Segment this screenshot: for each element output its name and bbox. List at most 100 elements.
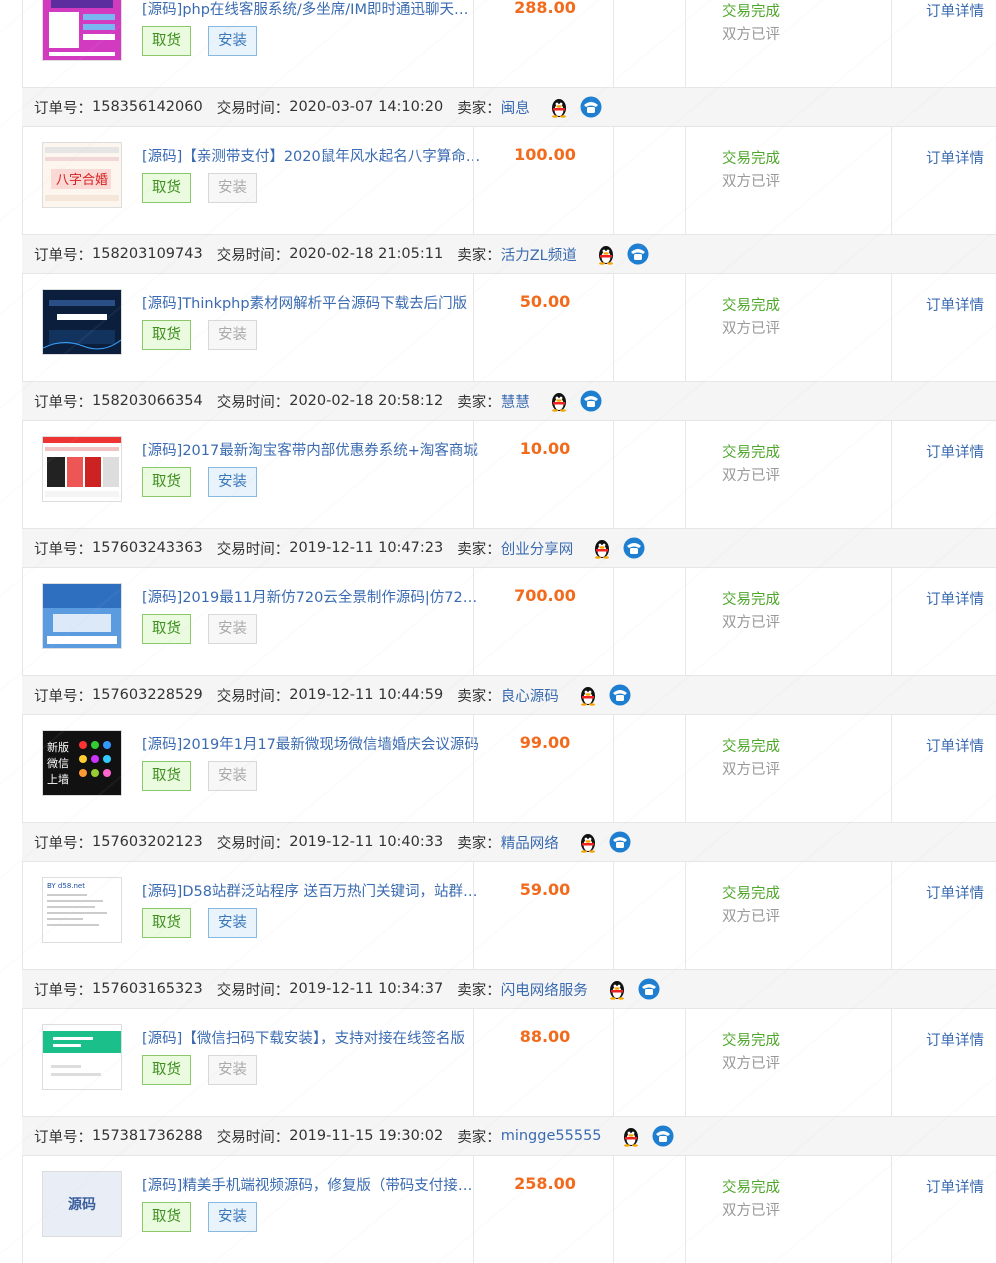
order-price: 258.00 bbox=[514, 1174, 576, 1193]
order-header: 订单号： 158203066354 交易时间： 2020-02-18 20:58:12… bbox=[22, 381, 996, 421]
seller-link[interactable]: mingge55555 bbox=[501, 1128, 602, 1144]
product-title-link[interactable]: [源码]2019最11月新仿720云全景制作源码|仿720yun bbox=[142, 586, 482, 607]
rating-status: 双方已评 bbox=[722, 909, 780, 925]
qq-penguin-icon[interactable] bbox=[591, 537, 613, 559]
pick-up-button[interactable]: 取货 bbox=[142, 1202, 191, 1232]
qq-penguin-icon[interactable] bbox=[548, 96, 570, 118]
order-detail-link[interactable]: 订单详情 bbox=[926, 1176, 984, 1197]
seller-label: 卖家： bbox=[457, 541, 501, 558]
order-number: 157603243363 bbox=[92, 540, 203, 556]
order-detail-link[interactable]: 订单详情 bbox=[926, 1029, 984, 1050]
product-thumbnail[interactable] bbox=[42, 436, 122, 502]
install-button[interactable]: 安装 bbox=[208, 26, 257, 56]
trade-status: 交易完成 bbox=[722, 886, 780, 902]
pick-up-button[interactable]: 取货 bbox=[142, 173, 191, 203]
telephone-icon[interactable] bbox=[626, 243, 649, 265]
column-divider bbox=[685, 274, 686, 381]
install-button[interactable]: 安装 bbox=[208, 908, 257, 938]
trade-time-label: 交易时间： bbox=[216, 982, 290, 999]
column-divider bbox=[685, 862, 686, 969]
qq-penguin-icon[interactable] bbox=[595, 243, 617, 265]
column-divider bbox=[473, 715, 474, 822]
seller-link[interactable]: 活力ZL频道 bbox=[501, 244, 577, 265]
rating-status: 双方已评 bbox=[722, 1056, 780, 1072]
seller-label: 卖家： bbox=[457, 1129, 501, 1146]
order-detail-link[interactable]: 订单详情 bbox=[926, 0, 984, 21]
trade-time: 2019-12-11 10:34:37 bbox=[289, 981, 444, 997]
product-thumbnail[interactable] bbox=[42, 583, 122, 649]
trade-time: 2019-11-15 19:30:02 bbox=[289, 1128, 444, 1144]
pick-up-button[interactable]: 取货 bbox=[142, 1055, 191, 1085]
product-thumbnail[interactable]: 八字合婚 bbox=[42, 142, 122, 208]
product-title-link[interactable]: [源码]2017最新淘宝客带内部优惠券系统+淘客商城 bbox=[142, 439, 482, 460]
product-thumbnail[interactable]: 新版 微信 上墙 bbox=[42, 730, 122, 796]
telephone-icon[interactable] bbox=[622, 537, 645, 559]
product-title-link[interactable]: [源码]【微信扫码下载安装】，支持对接在线签名版 bbox=[142, 1027, 482, 1048]
trade-time-label: 交易时间： bbox=[216, 835, 290, 852]
telephone-icon[interactable] bbox=[608, 831, 631, 853]
pick-up-button[interactable]: 取货 bbox=[142, 614, 191, 644]
install-button: 安装 bbox=[208, 1055, 257, 1085]
order-detail-link[interactable]: 订单详情 bbox=[926, 882, 984, 903]
product-title-link[interactable]: [源码]2019年1月17最新微现场微信墙婚庆会议源码 bbox=[142, 733, 482, 754]
order-price: 288.00 bbox=[514, 0, 576, 17]
column-divider bbox=[613, 1156, 614, 1263]
seller-link[interactable]: 慧慧 bbox=[501, 391, 530, 412]
pick-up-button[interactable]: 取货 bbox=[142, 467, 191, 497]
telephone-icon[interactable] bbox=[637, 978, 660, 1000]
seller-link[interactable]: 良心源码 bbox=[501, 685, 559, 706]
product-thumbnail[interactable] bbox=[42, 0, 122, 61]
product-thumbnail[interactable]: BY d58.net bbox=[42, 877, 122, 943]
column-divider bbox=[473, 127, 474, 234]
seller-link[interactable]: 精品网络 bbox=[501, 832, 559, 853]
order-detail-link[interactable]: 订单详情 bbox=[926, 147, 984, 168]
install-button[interactable]: 安装 bbox=[208, 467, 257, 497]
product-thumbnail[interactable] bbox=[42, 289, 122, 355]
telephone-icon[interactable] bbox=[608, 684, 631, 706]
order-detail-link[interactable]: 订单详情 bbox=[926, 588, 984, 609]
order-number-label: 订单号： bbox=[34, 1129, 92, 1146]
rating-status: 双方已评 bbox=[722, 762, 780, 778]
pick-up-button[interactable]: 取货 bbox=[142, 320, 191, 350]
pick-up-button[interactable]: 取货 bbox=[142, 26, 191, 56]
product-thumbnail[interactable]: 源码 bbox=[42, 1171, 122, 1237]
order-header: 订单号： 157603165323 交易时间： 2019-12-11 10:34:37… bbox=[22, 969, 996, 1009]
qq-penguin-icon[interactable] bbox=[606, 978, 628, 1000]
column-divider bbox=[613, 421, 614, 528]
column-divider bbox=[685, 1009, 686, 1116]
product-title-link[interactable]: [源码]D58站群泛站程序 送百万热门关键词，站群系统 bbox=[142, 880, 482, 901]
order-price: 700.00 bbox=[514, 586, 576, 605]
seller-label: 卖家： bbox=[457, 100, 501, 117]
product-title-link[interactable]: [源码]【亲测带支付】2020鼠年风水起名八字算命源码 bbox=[142, 145, 482, 166]
pick-up-button[interactable]: 取货 bbox=[142, 761, 191, 791]
product-title-link[interactable]: [源码]php在线客服系统/多坐席/IM即时通迅聊天系统源码 bbox=[142, 0, 482, 19]
order-number: 157381736288 bbox=[92, 1128, 203, 1144]
column-divider bbox=[685, 715, 686, 822]
telephone-icon[interactable] bbox=[579, 96, 602, 118]
pick-up-button[interactable]: 取货 bbox=[142, 908, 191, 938]
order-detail-link[interactable]: 订单详情 bbox=[926, 735, 984, 756]
column-divider bbox=[473, 0, 474, 87]
order-item: 新版 微信 上墙 [源码]2019年1月17最新微现场微信墙婚庆会议源码 取货 安装 99.… bbox=[22, 715, 996, 822]
seller-link[interactable]: 闽息 bbox=[501, 97, 530, 118]
rating-status: 双方已评 bbox=[722, 468, 780, 484]
qq-penguin-icon[interactable] bbox=[577, 831, 599, 853]
seller-link[interactable]: 创业分享网 bbox=[501, 538, 574, 559]
order-detail-link[interactable]: 订单详情 bbox=[926, 441, 984, 462]
seller-link[interactable]: 闪电网络服务 bbox=[501, 979, 588, 1000]
qq-penguin-icon[interactable] bbox=[620, 1125, 642, 1147]
svg-text:新版: 新版 bbox=[47, 740, 69, 754]
order-header: 订单号： 157603228529 交易时间： 2019-12-11 10:44:59… bbox=[22, 675, 996, 715]
install-button[interactable]: 安装 bbox=[208, 1202, 257, 1232]
qq-penguin-icon[interactable] bbox=[548, 390, 570, 412]
telephone-icon[interactable] bbox=[579, 390, 602, 412]
order-detail-link[interactable]: 订单详情 bbox=[926, 294, 984, 315]
qq-penguin-icon[interactable] bbox=[577, 684, 599, 706]
product-title-link[interactable]: [源码]Thinkphp素材网解析平台源码下载去后门版 bbox=[142, 292, 482, 313]
product-thumbnail[interactable] bbox=[42, 1024, 122, 1090]
product-title-link[interactable]: [源码]精美手机端视频源码，修复版（带码支付接口） bbox=[142, 1174, 482, 1195]
column-divider bbox=[613, 568, 614, 675]
telephone-icon[interactable] bbox=[651, 1125, 674, 1147]
install-button: 安装 bbox=[208, 320, 257, 350]
order-number-label: 订单号： bbox=[34, 982, 92, 999]
